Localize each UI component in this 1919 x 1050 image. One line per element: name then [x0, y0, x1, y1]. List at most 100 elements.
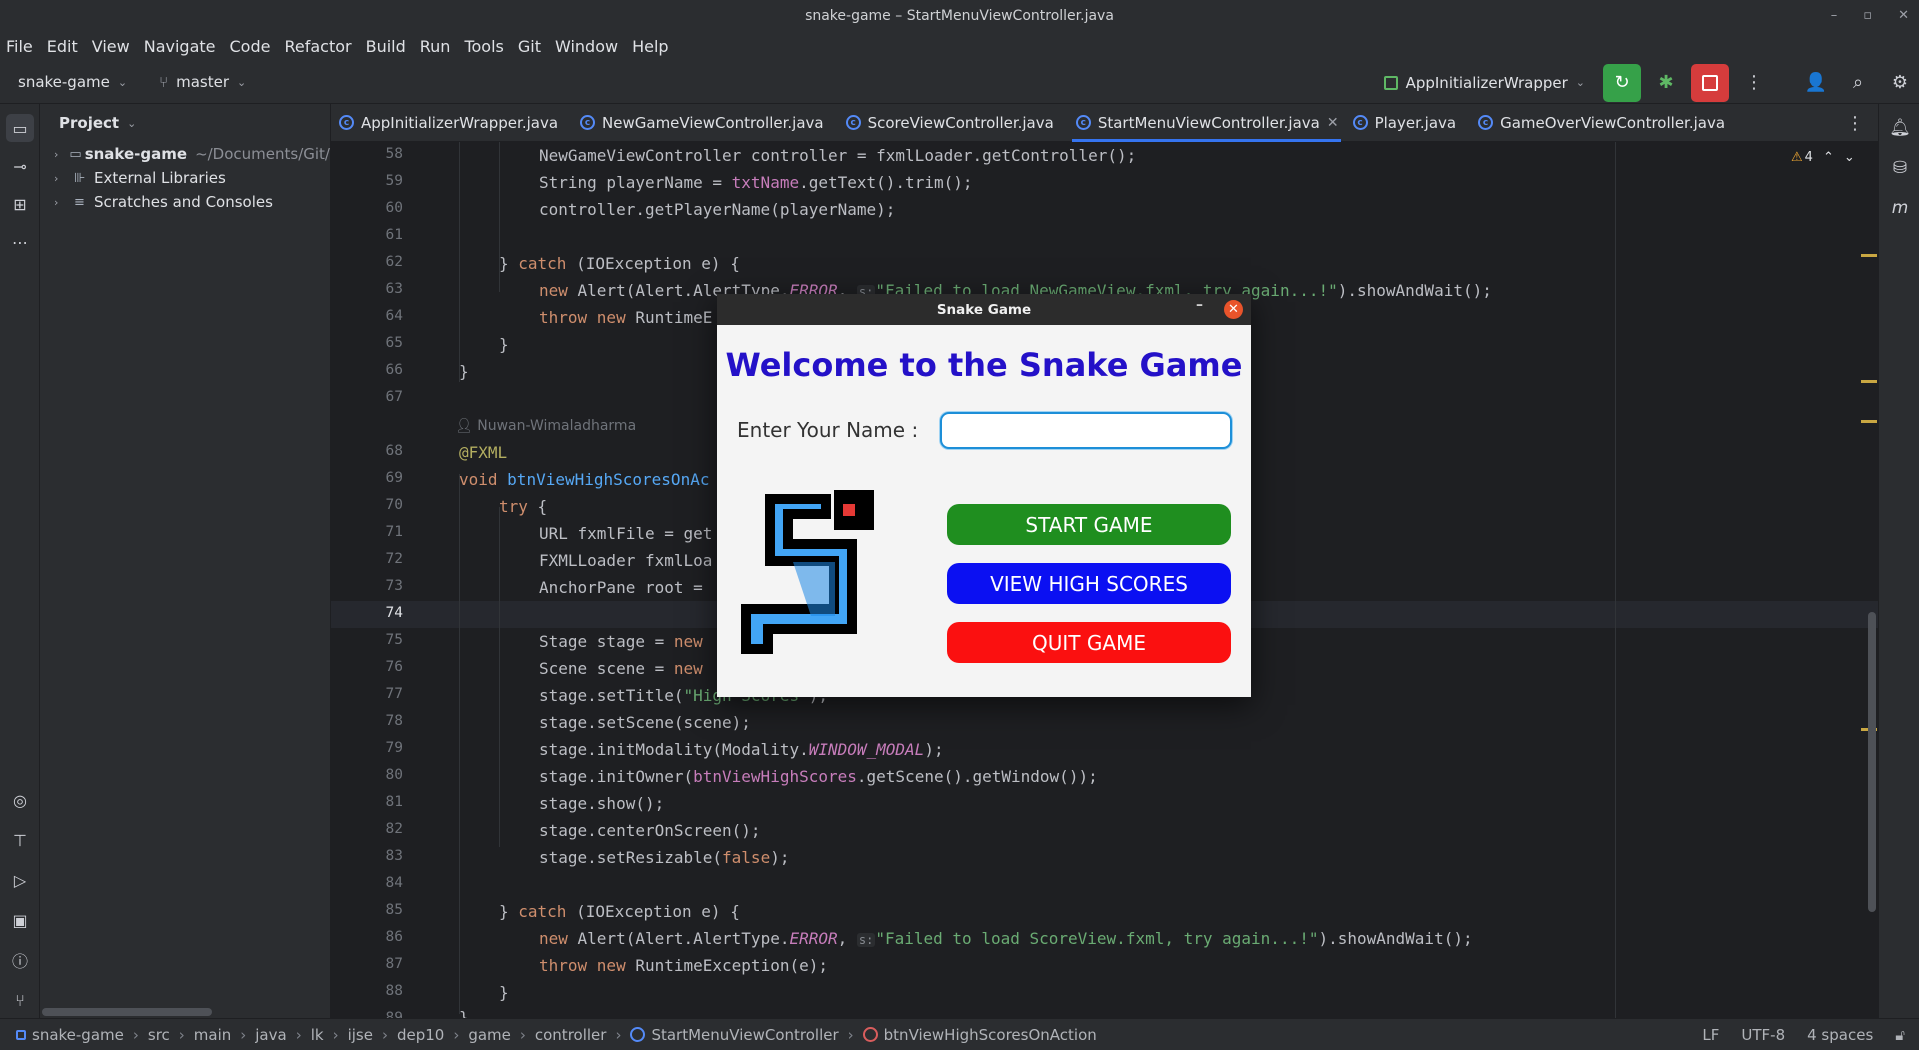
close-tab-icon[interactable]: ✕	[1327, 115, 1339, 131]
tree-item-external-libraries[interactable]: › ⊪ External Libraries	[40, 166, 330, 190]
tab-options-icon[interactable]: ⋮	[1846, 113, 1864, 134]
services-tool-icon[interactable]: ◎	[6, 786, 34, 814]
breadcrumb-item[interactable]: ijse	[348, 1026, 373, 1044]
warning-marker[interactable]	[1861, 380, 1877, 383]
terminal-tool-icon[interactable]: ▣	[6, 906, 34, 934]
breadcrumb-item[interactable]: StartMenuViewController	[651, 1026, 838, 1044]
menu-navigate[interactable]: Navigate	[144, 37, 216, 56]
project-name: snake-game	[18, 73, 110, 91]
start-game-button[interactable]: START GAME	[947, 504, 1231, 545]
tab-label: StartMenuViewController.java	[1097, 113, 1320, 132]
tab-appinitializerwrapper[interactable]: c AppInitializerWrapper.java	[331, 104, 572, 142]
code-line: FXMLLoader fxmlLoa	[415, 551, 712, 570]
menu-refactor[interactable]: Refactor	[284, 37, 351, 56]
run-config-selector[interactable]: AppInitializerWrapper ⌄	[1383, 74, 1585, 92]
minimize-icon[interactable]: –	[1196, 297, 1203, 313]
tree-item-scratches[interactable]: › ≡ Scratches and Consoles	[40, 190, 330, 214]
tab-scoreviewcontroller[interactable]: c ScoreViewController.java	[838, 104, 1068, 142]
code-author-hint[interactable]: 👤︎ Nuwan-Wimaladharma	[455, 418, 636, 434]
code-text: ).showAndWait();	[1337, 281, 1492, 300]
breadcrumb-item[interactable]: lk	[311, 1026, 324, 1044]
tab-player[interactable]: c Player.java	[1345, 104, 1471, 142]
menu-file[interactable]: File	[6, 37, 33, 56]
line-separator[interactable]: LF	[1702, 1026, 1719, 1044]
class-icon	[630, 1027, 646, 1042]
code-keyword: throw new	[539, 956, 626, 975]
menu-edit[interactable]: Edit	[47, 37, 78, 56]
tab-newgameviewcontroller[interactable]: c NewGameViewController.java	[572, 104, 838, 142]
maximize-icon[interactable]: ▫	[1863, 8, 1872, 23]
code-text: Alert(Alert.AlertType.	[567, 929, 790, 948]
menu-build[interactable]: Build	[366, 37, 406, 56]
lock-icon[interactable]: 🔓︎	[1895, 1026, 1905, 1044]
menu-help[interactable]: Help	[632, 37, 668, 56]
vertical-scrollbar[interactable]	[1868, 612, 1876, 912]
debug-button[interactable]: ✱	[1647, 64, 1685, 102]
database-icon[interactable]: ⛁	[1886, 154, 1914, 182]
chevron-up-icon[interactable]: ⌃	[1823, 150, 1834, 165]
search-icon: ⌕	[1852, 72, 1864, 93]
branch-selector[interactable]: ⑂ master ⌄	[159, 73, 246, 91]
code-text: stage.setScene(scene);	[539, 713, 751, 732]
menu-window[interactable]: Window	[555, 37, 618, 56]
menu-code[interactable]: Code	[230, 37, 271, 56]
quit-game-button[interactable]: QUIT GAME	[947, 622, 1231, 663]
project-tool-icon[interactable]: ▭	[6, 114, 34, 142]
close-icon[interactable]: ✕	[1898, 8, 1909, 23]
file-encoding[interactable]: UTF-8	[1741, 1026, 1785, 1044]
code-text: FXMLLoader fxmlLoa	[539, 551, 713, 570]
breadcrumb-item[interactable]: game	[468, 1026, 511, 1044]
inspection-widget[interactable]: ⚠ 4 ⌃ ⌄	[1791, 150, 1855, 165]
breadcrumb-item[interactable]: dep10	[397, 1026, 444, 1044]
warning-marker[interactable]	[1861, 420, 1877, 423]
breadcrumb-item[interactable]: btnViewHighScoresOnAction	[884, 1026, 1097, 1044]
close-icon[interactable]: ✕	[1224, 300, 1243, 319]
horizontal-scrollbar[interactable]	[42, 1008, 212, 1016]
more-tools-icon[interactable]: ⋯	[6, 228, 34, 256]
rerun-button[interactable]: ↻	[1603, 63, 1641, 102]
more-actions-button[interactable]: ⋮	[1735, 64, 1773, 102]
menu-run[interactable]: Run	[420, 37, 451, 56]
tree-item-snake-game[interactable]: › ▭ snake-game ~/Documents/Git/	[40, 142, 330, 166]
tab-startmenuviewcontroller[interactable]: c StartMenuViewController.java ✕	[1068, 104, 1345, 142]
name-input[interactable]	[940, 412, 1232, 449]
tab-label: GameOverViewController.java	[1500, 113, 1726, 132]
settings-button[interactable]: ⚙	[1881, 64, 1919, 102]
minimize-icon[interactable]: –	[1831, 8, 1838, 23]
view-high-scores-button[interactable]: VIEW HIGH SCORES	[947, 563, 1231, 604]
class-icon: c	[845, 115, 861, 130]
build-tool-icon[interactable]: ⊤	[6, 826, 34, 854]
run-tool-icon[interactable]: ▷	[6, 866, 34, 894]
tab-gameoverviewcontroller[interactable]: c GameOverViewController.java	[1470, 104, 1739, 142]
menu-tools[interactable]: Tools	[464, 37, 503, 56]
dialog-titlebar[interactable]: Snake Game – ✕	[717, 294, 1251, 325]
menu-view[interactable]: View	[92, 37, 130, 56]
chevron-down-icon[interactable]: ⌄	[1844, 150, 1855, 165]
breadcrumb-item[interactable]: src	[148, 1026, 170, 1044]
breadcrumb-item[interactable]: java	[255, 1026, 286, 1044]
indent-setting[interactable]: 4 spaces	[1807, 1026, 1873, 1044]
line-number-gutter[interactable]: 58 59 60 61 62 63 64 65 66 67 68 69 70 7…	[331, 142, 413, 1018]
git-tool-icon[interactable]: ⑂	[6, 986, 34, 1014]
notifications-icon[interactable]: 🔔︎	[1886, 114, 1914, 142]
search-button[interactable]: ⌕	[1839, 64, 1877, 102]
chevron-right-icon: ›	[847, 1025, 854, 1044]
add-user-button[interactable]: 👤	[1797, 64, 1835, 102]
line-number: 80	[385, 767, 403, 783]
class-icon: c	[339, 115, 354, 130]
code-text: RuntimeException(e);	[625, 956, 828, 975]
code-text: stage.centerOnScreen();	[539, 821, 761, 840]
project-selector[interactable]: snake-game ⌄	[18, 73, 127, 91]
menu-git[interactable]: Git	[518, 37, 541, 56]
code-text: RuntimeE	[625, 308, 713, 327]
structure-tool-icon[interactable]: ⊞	[6, 190, 34, 218]
breadcrumb-item[interactable]: controller	[535, 1026, 607, 1044]
commit-tool-icon[interactable]: ⊸	[6, 152, 34, 180]
breadcrumb-item[interactable]: snake-game	[32, 1026, 124, 1044]
warning-marker[interactable]	[1861, 254, 1877, 257]
problems-tool-icon[interactable]: ⓘ	[6, 946, 34, 974]
maven-icon[interactable]: m	[1886, 194, 1914, 222]
breadcrumb-item[interactable]: main	[194, 1026, 231, 1044]
project-panel-header[interactable]: Project ⌄	[40, 104, 330, 142]
stop-button[interactable]	[1691, 63, 1729, 102]
